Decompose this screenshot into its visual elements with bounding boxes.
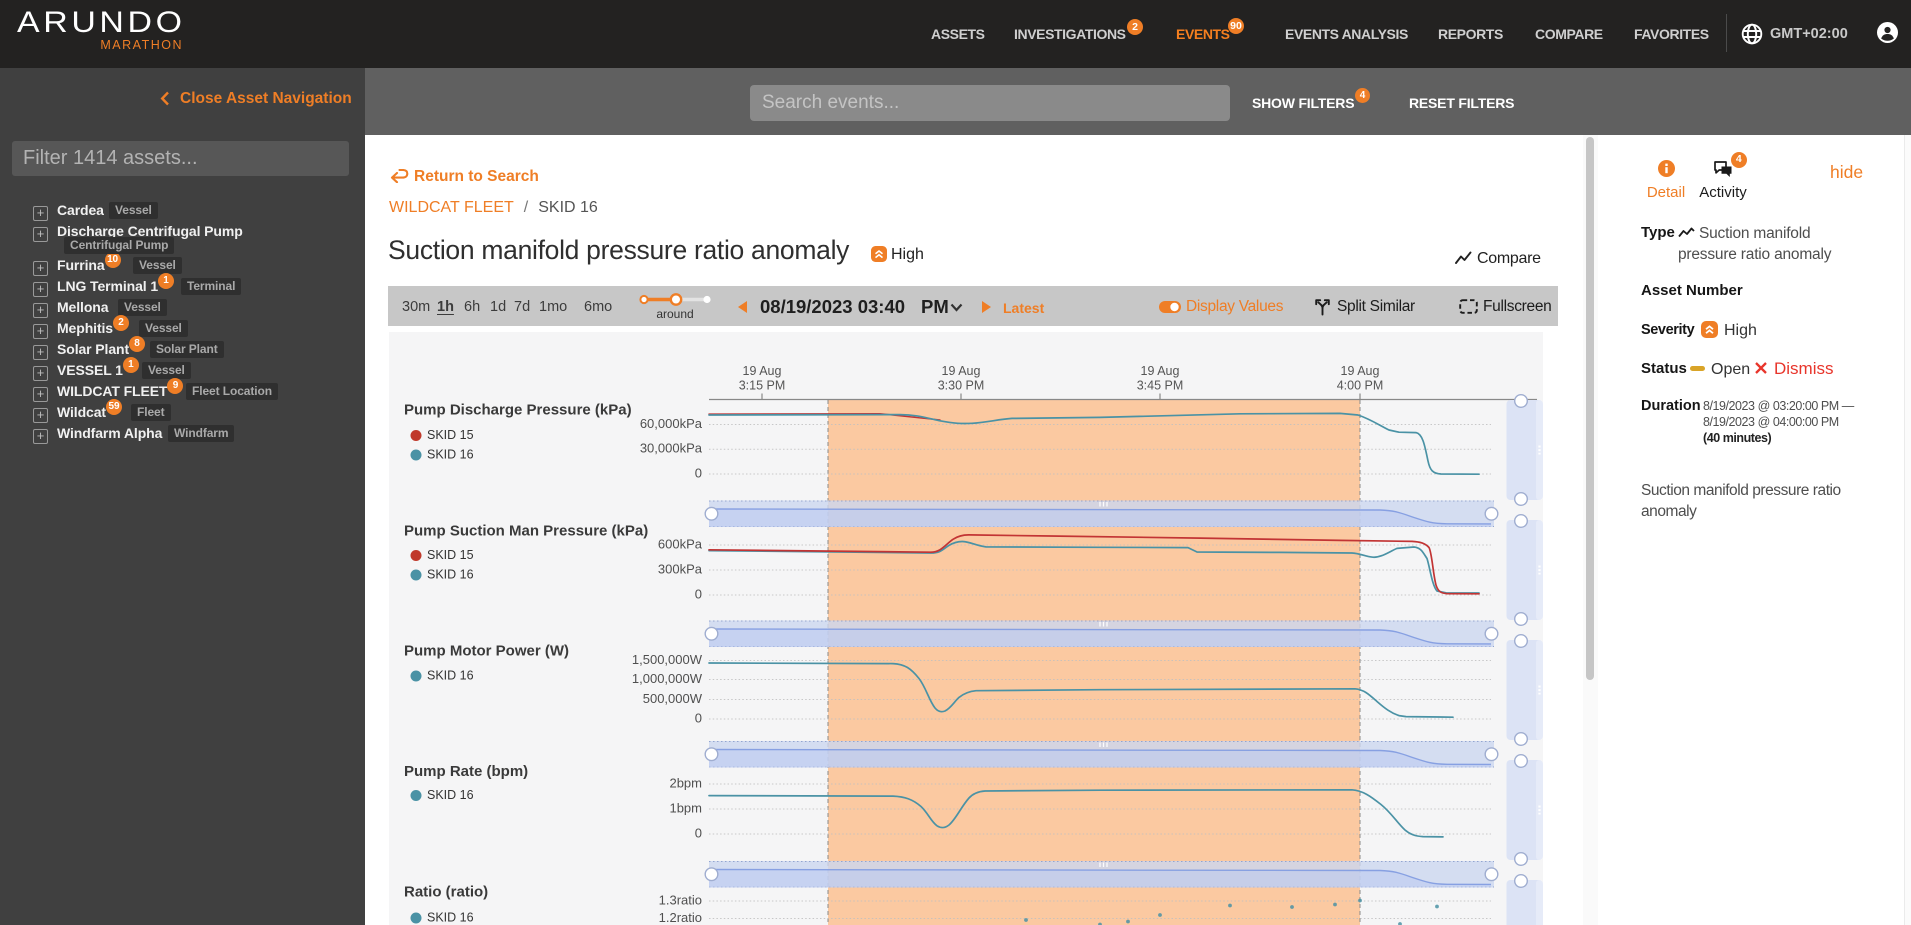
svg-text:19 Aug: 19 Aug (743, 364, 782, 378)
svg-text:SKID 15: SKID 15 (427, 548, 474, 562)
svg-text:0: 0 (695, 465, 702, 480)
svg-text:3:30 PM: 3:30 PM (938, 379, 985, 393)
svg-text:0: 0 (695, 586, 702, 601)
svg-text:SKID 16: SKID 16 (427, 447, 474, 461)
svg-text:Pump Suction Man Pressure (kPa: Pump Suction Man Pressure (kPa) (404, 522, 648, 539)
svg-text:19 Aug: 19 Aug (1141, 364, 1180, 378)
svg-text:Pump Discharge Pressure (kPa): Pump Discharge Pressure (kPa) (404, 401, 632, 418)
svg-text:SKID 16: SKID 16 (427, 910, 474, 924)
svg-text:19 Aug: 19 Aug (1341, 364, 1380, 378)
svg-text:SKID 16: SKID 16 (427, 567, 474, 581)
svg-text:Pump Rate (bpm): Pump Rate (bpm) (404, 763, 528, 780)
svg-text:600kPa: 600kPa (658, 536, 703, 551)
svg-text:60,000kPa: 60,000kPa (640, 416, 703, 431)
svg-text:SKID 16: SKID 16 (427, 668, 474, 682)
svg-text:SKID 15: SKID 15 (427, 428, 474, 442)
svg-text:3:15 PM: 3:15 PM (739, 379, 786, 393)
svg-text:30,000kPa: 30,000kPa (640, 441, 703, 456)
svg-text:Pump Motor Power (W): Pump Motor Power (W) (404, 642, 569, 659)
svg-text:1,000,000W: 1,000,000W (632, 671, 703, 686)
svg-text:300kPa: 300kPa (658, 561, 703, 576)
svg-text:0: 0 (695, 825, 702, 840)
svg-text:Ratio (ratio): Ratio (ratio) (404, 883, 488, 900)
svg-text:1,500,000W: 1,500,000W (632, 652, 703, 667)
svg-text:4:00 PM: 4:00 PM (1337, 379, 1384, 393)
svg-text:3:45 PM: 3:45 PM (1137, 379, 1184, 393)
svg-text:0: 0 (695, 710, 702, 725)
svg-text:SKID 16: SKID 16 (427, 788, 474, 802)
svg-text:1.3ratio: 1.3ratio (659, 892, 702, 907)
svg-text:2bpm: 2bpm (669, 775, 702, 790)
svg-text:19 Aug: 19 Aug (942, 364, 981, 378)
svg-text:500,000W: 500,000W (643, 691, 703, 706)
svg-text:1bpm: 1bpm (669, 800, 702, 815)
svg-text:1.2ratio: 1.2ratio (659, 910, 702, 925)
